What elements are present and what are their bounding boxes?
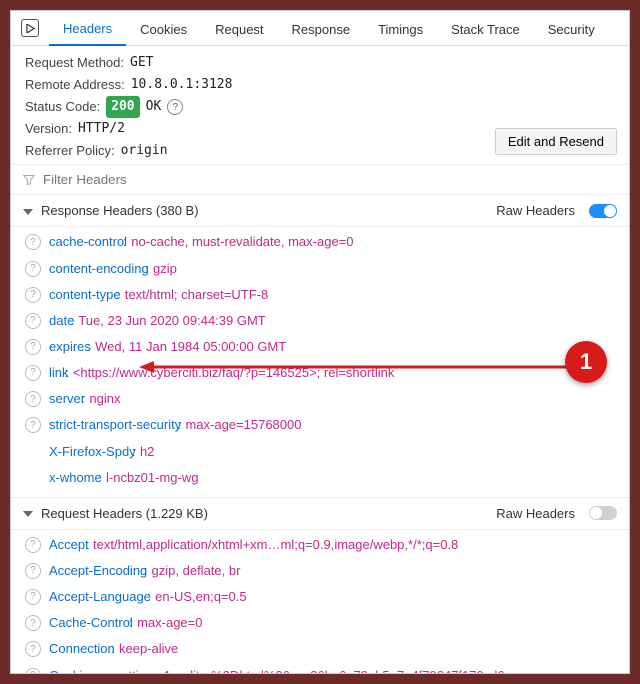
header-name: content-type — [49, 287, 121, 302]
tab-headers[interactable]: Headers — [49, 11, 126, 46]
header-row: ?Cookie: wp-settings-1=editor%3Dhtml%26…… — [11, 663, 629, 674]
response-section-title: Response Headers (380 B) — [41, 203, 199, 218]
header-value: keep-alive — [119, 641, 178, 656]
header-value: wp-settings-1=editor%3Dhtml%26…a26ba6a79… — [94, 668, 505, 674]
help-icon[interactable]: ? — [25, 563, 41, 579]
version-label: Version: — [25, 118, 72, 140]
header-value: Wed, 11 Jan 1984 05:00:00 GMT — [95, 339, 286, 354]
filter-bar — [11, 164, 629, 195]
header-name: Cache-Control — [49, 615, 133, 630]
devtools-panel: Headers Cookies Request Response Timings… — [10, 10, 630, 674]
header-value: max-age=0 — [137, 615, 202, 630]
header-value: gzip — [153, 261, 177, 276]
header-value: l-ncbz01-mg-wg — [106, 470, 198, 485]
help-icon[interactable]: ? — [25, 365, 41, 381]
header-row: ?cache-control: no-cache, must-revalidat… — [11, 229, 629, 255]
header-name: Accept-Encoding — [49, 563, 147, 578]
header-name: content-encoding — [49, 261, 149, 276]
chevron-down-icon — [23, 511, 33, 517]
header-row: ?strict-transport-security: max-age=1576… — [11, 412, 629, 438]
header-name: Accept-Language — [49, 589, 151, 604]
header-row: ?Cache-Control: max-age=0 — [11, 610, 629, 636]
referrer-label: Referrer Policy: — [25, 140, 115, 162]
help-icon[interactable]: ? — [25, 537, 41, 553]
help-icon[interactable]: ? — [25, 668, 41, 674]
header-name: Accept — [49, 537, 89, 552]
help-icon[interactable]: ? — [25, 641, 41, 657]
status-badge: 200 — [106, 96, 139, 118]
tab-request[interactable]: Request — [201, 12, 277, 45]
tab-cookies[interactable]: Cookies — [126, 12, 201, 45]
request-summary: Request Method: GET Remote Address: 10.8… — [11, 46, 629, 164]
raw-response-toggle[interactable] — [589, 204, 617, 218]
help-icon[interactable]: ? — [25, 339, 41, 355]
header-row: ?Accept: text/html,application/xhtml+xm…… — [11, 532, 629, 558]
header-row: ?Accept-Encoding: gzip, deflate, br — [11, 558, 629, 584]
method-value: GET — [130, 52, 153, 74]
raw-request-toggle[interactable] — [589, 506, 617, 520]
help-icon[interactable]: ? — [167, 99, 183, 115]
header-name: Cookie — [49, 668, 89, 674]
raw-headers-label: Raw Headers — [496, 203, 575, 218]
header-row: ?x-whome: l-ncbz01-mg-wg — [11, 465, 629, 491]
header-row: ?date: Tue, 23 Jun 2020 09:44:39 GMT — [11, 308, 629, 334]
referrer-value: origin — [121, 140, 168, 162]
header-value: text/html,application/xhtml+xm…ml;q=0.9,… — [93, 537, 458, 552]
filter-icon — [23, 174, 35, 186]
header-value: gzip, deflate, br — [152, 563, 241, 578]
header-name: expires — [49, 339, 91, 354]
header-row: ?content-type: text/html; charset=UTF-8 — [11, 282, 629, 308]
response-headers-section[interactable]: Response Headers (380 B) Raw Headers — [11, 195, 629, 227]
tab-security[interactable]: Security — [534, 12, 609, 45]
play-icon[interactable] — [21, 19, 39, 37]
help-icon[interactable]: ? — [25, 391, 41, 407]
remote-label: Remote Address: — [25, 74, 125, 96]
header-value: h2 — [140, 444, 154, 459]
request-section-title: Request Headers (1.229 KB) — [41, 506, 208, 521]
raw-headers-label: Raw Headers — [496, 506, 575, 521]
header-value: en-US,en;q=0.5 — [155, 589, 246, 604]
remote-value: 10.8.0.1:3128 — [131, 74, 233, 96]
help-icon[interactable]: ? — [25, 313, 41, 329]
header-name: strict-transport-security — [49, 417, 181, 432]
tab-timings[interactable]: Timings — [364, 12, 437, 45]
help-icon[interactable]: ? — [25, 234, 41, 250]
method-label: Request Method: — [25, 52, 124, 74]
request-headers-section[interactable]: Request Headers (1.229 KB) Raw Headers — [11, 498, 629, 530]
tab-stack[interactable]: Stack Trace — [437, 12, 534, 45]
header-row: ?expires: Wed, 11 Jan 1984 05:00:00 GMT — [11, 334, 629, 360]
header-row: ?Accept-Language: en-US,en;q=0.5 — [11, 584, 629, 610]
header-row: ?X-Firefox-Spdy: h2 — [11, 439, 629, 465]
status-text: OK — [146, 96, 162, 118]
header-row: ?server: nginx — [11, 386, 629, 412]
header-name: Connection — [49, 641, 115, 656]
tab-response[interactable]: Response — [278, 12, 365, 45]
chevron-down-icon — [23, 209, 33, 215]
request-headers-list: ?Accept: text/html,application/xhtml+xm…… — [11, 530, 629, 674]
annotation-marker-1: 1 — [565, 341, 607, 383]
version-value: HTTP/2 — [78, 118, 125, 140]
status-label: Status Code: — [25, 96, 100, 118]
help-icon[interactable]: ? — [25, 615, 41, 631]
header-name: X-Firefox-Spdy — [49, 444, 136, 459]
header-name: cache-control — [49, 234, 127, 249]
help-icon[interactable]: ? — [25, 261, 41, 277]
header-row: ?Connection: keep-alive — [11, 636, 629, 662]
annotation-arrow — [139, 360, 569, 374]
edit-resend-button[interactable]: Edit and Resend — [495, 128, 617, 155]
header-value: max-age=15768000 — [185, 417, 301, 432]
help-icon[interactable]: ? — [25, 589, 41, 605]
header-value: text/html; charset=UTF-8 — [125, 287, 268, 302]
header-value: Tue, 23 Jun 2020 09:44:39 GMT — [78, 313, 265, 328]
devtools-tabs: Headers Cookies Request Response Timings… — [11, 11, 629, 46]
help-icon[interactable]: ? — [25, 287, 41, 303]
header-value: nginx — [89, 391, 120, 406]
header-name: x-whome — [49, 470, 102, 485]
help-icon[interactable]: ? — [25, 417, 41, 433]
header-value: no-cache, must-revalidate, max-age=0 — [131, 234, 353, 249]
header-row: ?content-encoding: gzip — [11, 256, 629, 282]
header-name: server — [49, 391, 85, 406]
filter-input[interactable] — [41, 171, 617, 188]
